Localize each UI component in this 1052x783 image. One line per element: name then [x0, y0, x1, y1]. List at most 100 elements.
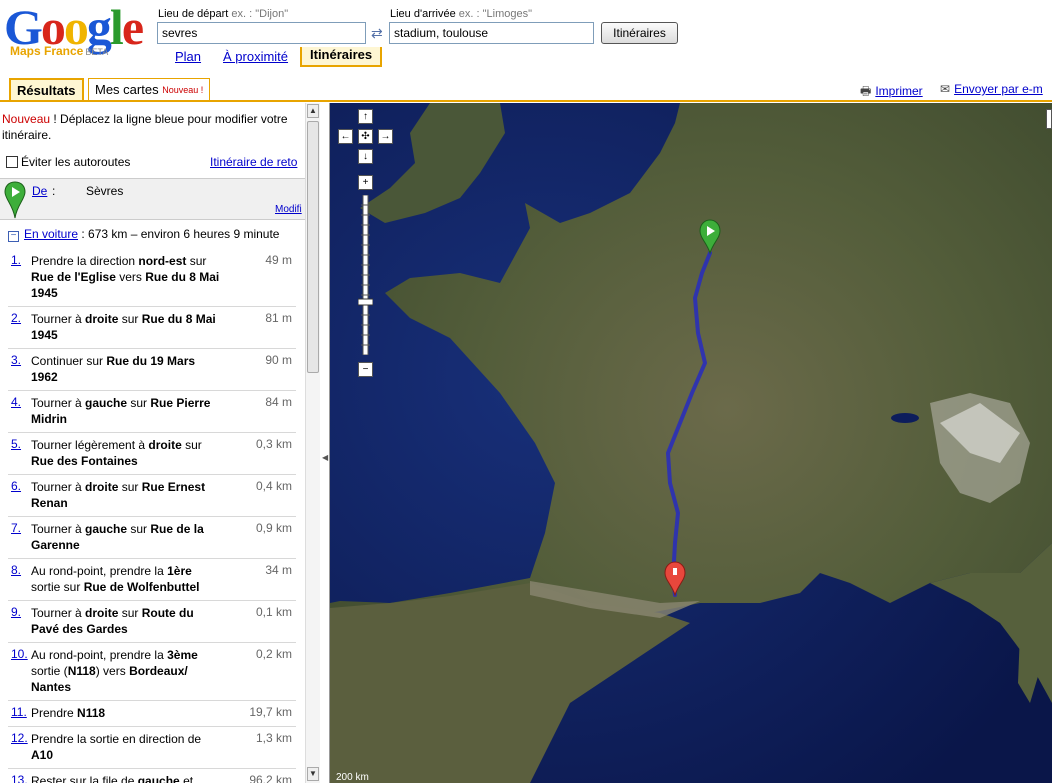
map-scale: 200 km — [336, 772, 369, 783]
scroll-up-icon[interactable]: ▲ — [307, 104, 319, 118]
return-route-link[interactable]: Itinéraire de reto — [210, 155, 297, 169]
direction-step[interactable]: 3. Continuer sur Rue du 19 Mars 1962 90 m — [8, 349, 296, 391]
step-number-link[interactable]: 6. — [11, 479, 21, 493]
new-badge: Nouveau ! — [162, 85, 204, 95]
print-link[interactable]: 🖶 Imprimer — [860, 82, 923, 103]
start-input[interactable] — [157, 22, 366, 44]
zoom-out-icon[interactable]: − — [358, 362, 373, 377]
direction-step[interactable]: 5. Tourner légèrement à droite sur Rue de… — [8, 433, 296, 475]
avoid-highways-checkbox[interactable] — [6, 156, 18, 168]
scroll-down-icon[interactable]: ▼ — [307, 767, 319, 781]
step-distance: 81 m — [265, 311, 292, 325]
tab-my-maps[interactable]: Mes cartes Nouveau ! — [88, 78, 211, 102]
step-number-link[interactable]: 3. — [11, 353, 21, 367]
origin-label[interactable]: De — [32, 184, 47, 198]
direction-step[interactable]: 13.Rester sur la file de gauche et suivr… — [8, 769, 296, 783]
step-number-link[interactable]: 10. — [11, 647, 28, 661]
step-distance: 0,9 km — [255, 521, 292, 535]
printer-icon: 🖶 — [860, 84, 872, 98]
step-distance: 96,2 km — [249, 773, 292, 783]
end-input[interactable] — [389, 22, 594, 44]
satellite-map[interactable]: ↑ ← ✣ → ↓ + − 200 km — [330, 103, 1052, 783]
collapse-icon[interactable]: − — [8, 231, 19, 242]
panel-scrollbar[interactable]: ▲ ▼ — [305, 103, 320, 783]
map-terrain — [330, 103, 1052, 783]
step-instruction: Rester sur la file de gauche et suivre C… — [31, 774, 194, 783]
step-number-link[interactable]: 4. — [11, 395, 21, 409]
end-label: Lieu d'arrivée ex. : "Limoges" — [390, 8, 532, 20]
collapse-arrow-icon: ◀ — [322, 453, 329, 462]
pan-center-icon[interactable]: ✣ — [358, 129, 373, 144]
pan-left-icon[interactable]: ← — [338, 129, 353, 144]
origin-colon: : — [52, 184, 56, 198]
tab-directions[interactable]: Itinéraires — [300, 47, 383, 67]
step-instruction: Tourner à gauche sur Rue de la Garenne — [31, 522, 204, 552]
step-number-link[interactable]: 7. — [11, 521, 21, 535]
step-number-link[interactable]: 5. — [11, 437, 21, 451]
direction-step[interactable]: 11. Prendre N118 19,7 km — [8, 701, 296, 727]
beta-badge: BETA — [85, 47, 109, 57]
step-list: 1. Prendre la direction nord-est sur Rue … — [8, 249, 296, 783]
step-number-link[interactable]: 8. — [11, 563, 21, 577]
pan-up-icon[interactable]: ↑ — [358, 109, 373, 124]
direction-step[interactable]: 2. Tourner à droite sur Rue du 8 Mai 1945… — [8, 307, 296, 349]
step-distance: 49 m — [265, 253, 292, 267]
driving-distance-time: : 673 km – environ 6 heures 9 minute — [78, 227, 280, 241]
tab-results[interactable]: Résultats — [9, 78, 84, 102]
step-instruction: Prendre la sortie en direction de A10 — [31, 732, 202, 762]
step-distance: 19,7 km — [249, 705, 292, 719]
modify-link[interactable]: Modifi — [275, 204, 302, 215]
step-number-link[interactable]: 9. — [11, 605, 21, 619]
step-number-link[interactable]: 12. — [11, 731, 28, 745]
step-distance: 90 m — [265, 353, 292, 367]
tab-nearby[interactable]: À proximité — [223, 47, 288, 67]
drag-route-notice: Nouveau ! Déplacez la ligne bleue pour m… — [2, 112, 288, 142]
direction-step[interactable]: 1. Prendre la direction nord-est sur Rue … — [8, 249, 296, 307]
scroll-thumb[interactable] — [307, 121, 319, 373]
step-instruction: Au rond-point, prendre la 1ère sortie su… — [31, 564, 200, 594]
direction-step[interactable]: 10. Au rond-point, prendre la 3ème sortie… — [8, 643, 296, 701]
pan-down-icon[interactable]: ↓ — [358, 149, 373, 164]
my-maps-label: Mes cartes — [95, 82, 159, 97]
start-label: Lieu de départ ex. : "Dijon" — [158, 8, 289, 20]
zoom-slider-thumb — [358, 298, 373, 306]
step-distance: 0,2 km — [255, 647, 292, 661]
google-maps-logo[interactable]: Google Maps France BETA — [4, 2, 150, 64]
step-instruction: Au rond-point, prendre la 3ème sortie (N… — [31, 648, 198, 694]
step-instruction: Tourner légèrement à droite sur Rue des … — [31, 438, 202, 468]
step-distance: 0,3 km — [255, 437, 292, 451]
step-instruction: Tourner à droite sur Rue Ernest Renan — [31, 480, 206, 510]
directions-panel: Nouveau ! Déplacez la ligne bleue pour m… — [0, 103, 305, 783]
tab-plan[interactable]: Plan — [175, 47, 201, 67]
step-number-link[interactable]: 11. — [11, 705, 27, 719]
step-number-link[interactable]: 1. — [11, 253, 21, 267]
direction-step[interactable]: 4. Tourner à gauche sur Rue Pierre Midrin… — [8, 391, 296, 433]
direction-step[interactable]: 8. Au rond-point, prendre la 1ère sortie … — [8, 559, 296, 601]
step-number-link[interactable]: 13. — [11, 773, 28, 783]
step-instruction: Prendre la direction nord-est sur Rue de… — [31, 254, 220, 300]
step-instruction: Tourner à droite sur Route du Pavé des G… — [31, 606, 194, 636]
driving-mode-link[interactable]: En voiture — [24, 227, 78, 241]
pan-right-icon[interactable]: → — [378, 129, 393, 144]
origin-city: Sèvres — [86, 184, 124, 198]
map-type-control[interactable] — [1046, 109, 1052, 129]
step-distance: 0,4 km — [255, 479, 292, 493]
panel-collapse-handle[interactable]: ◀ — [320, 103, 330, 783]
avoid-highways-label: Éviter les autoroutes — [21, 155, 131, 169]
envelope-icon: ✉ — [940, 82, 951, 96]
direction-step[interactable]: 12. Prendre la sortie en direction de A10… — [8, 727, 296, 769]
avoid-highways-row: Éviter les autoroutes Itinéraire de reto — [6, 155, 305, 173]
step-distance: 1,3 km — [255, 731, 292, 745]
step-instruction: Prendre N118 — [31, 706, 106, 720]
direction-step[interactable]: 6. Tourner à droite sur Rue Ernest Renan 0… — [8, 475, 296, 517]
step-number-link[interactable]: 2. — [11, 311, 21, 325]
zoom-in-icon[interactable]: + — [358, 175, 373, 190]
step-instruction: Tourner à gauche sur Rue Pierre Midrin — [31, 396, 211, 426]
zoom-slider[interactable] — [358, 195, 373, 355]
swap-icon[interactable]: ⇄ — [371, 25, 383, 42]
step-instruction: Tourner à droite sur Rue du 8 Mai 1945 — [31, 312, 216, 342]
get-directions-button[interactable]: Itinéraires — [601, 22, 678, 44]
email-link[interactable]: ✉ Envoyer par e-m — [940, 82, 1043, 96]
direction-step[interactable]: 7. Tourner à gauche sur Rue de la Garenne… — [8, 517, 296, 559]
direction-step[interactable]: 9. Tourner à droite sur Route du Pavé des… — [8, 601, 296, 643]
